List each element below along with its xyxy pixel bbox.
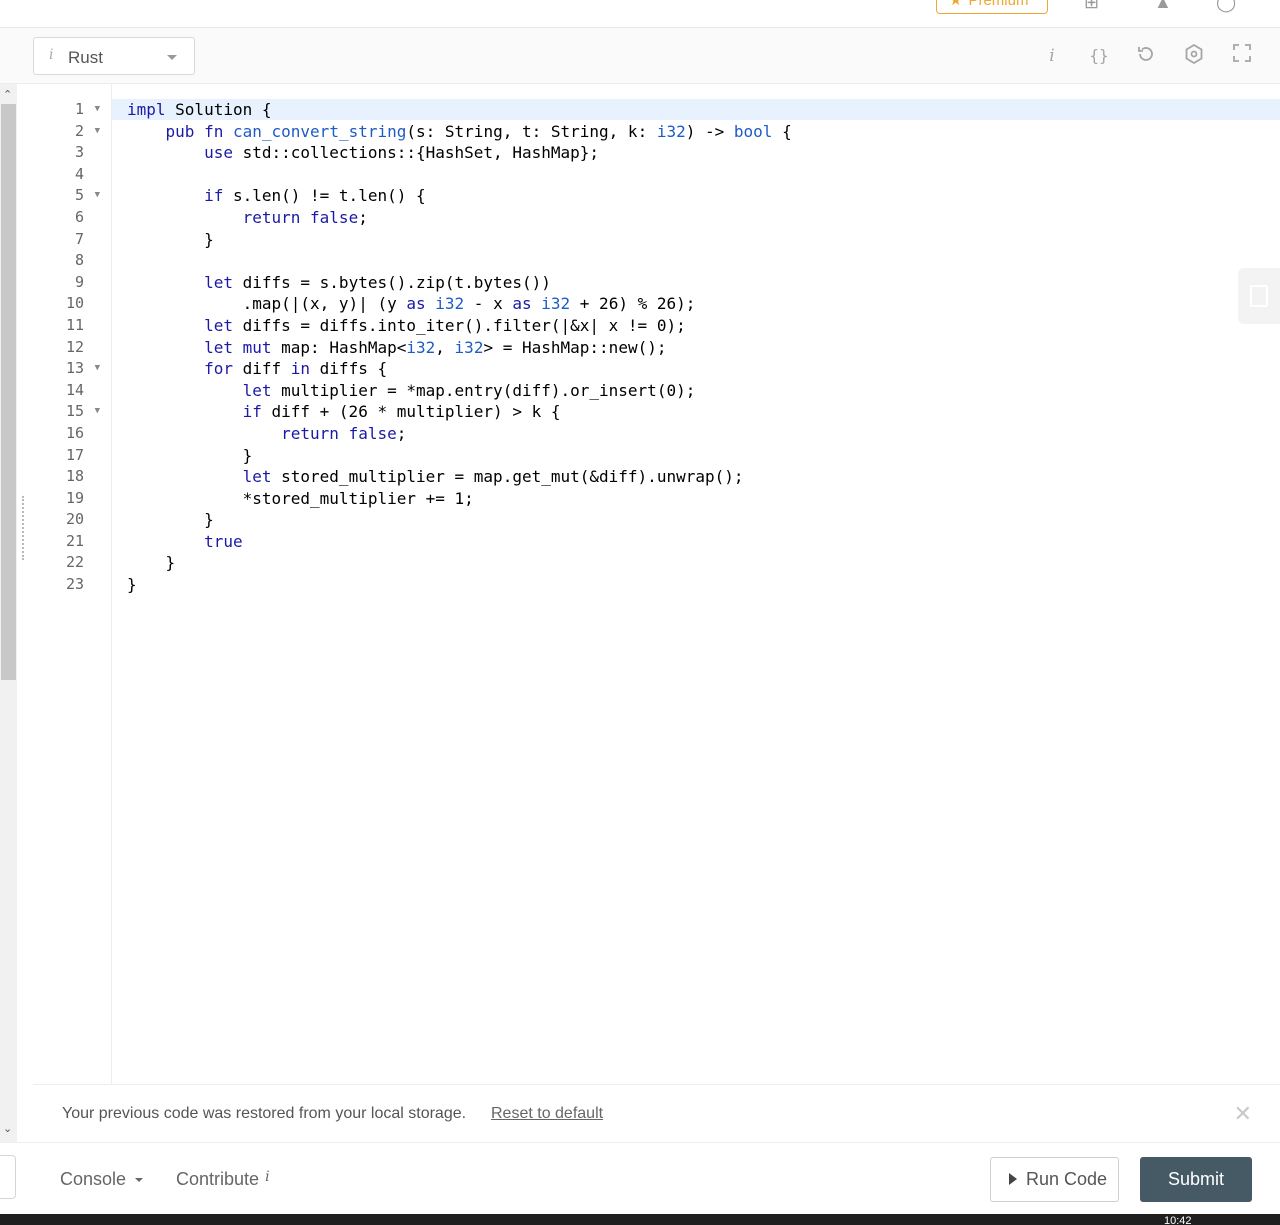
reset-to-default-link[interactable]: Reset to default: [491, 1105, 603, 1123]
line-number: 6: [74, 207, 84, 226]
fold-arrow-icon[interactable]: ▼: [95, 185, 100, 207]
fullscreen-icon[interactable]: [1230, 44, 1254, 68]
bottom-bar: Console Contribute i Run Code Submit: [0, 1142, 1280, 1214]
scroll-down-icon[interactable]: ⌄: [3, 1122, 12, 1135]
braces-icon[interactable]: {}: [1087, 44, 1111, 68]
chevron-down-icon: [135, 1178, 144, 1183]
document-icon: [1250, 285, 1268, 307]
line-number: 22: [65, 553, 84, 572]
taskbar-clock: 10:42: [1164, 1215, 1192, 1225]
contribute-label: Contribute: [176, 1169, 260, 1189]
language-select[interactable]: i Rust: [33, 37, 195, 75]
scroll-up-icon[interactable]: ⌃: [3, 88, 12, 101]
settings-icon[interactable]: [1182, 43, 1206, 68]
premium-button[interactable]: ★ Premium: [936, 0, 1048, 14]
premium-label: Premium: [968, 0, 1029, 9]
line-number: 1 ▼: [33, 99, 112, 121]
submit-button[interactable]: Submit: [1140, 1157, 1252, 1202]
user-avatar-icon[interactable]: ◯: [1216, 0, 1236, 13]
line-number: 9: [74, 272, 84, 291]
left-panel-toggle[interactable]: [0, 1155, 16, 1199]
line-number: 15 ▼: [33, 401, 112, 423]
console-label: Console: [60, 1169, 127, 1189]
reset-icon[interactable]: [1134, 44, 1158, 68]
chevron-down-icon: [167, 55, 177, 60]
contribute-info-icon: i: [265, 1169, 270, 1185]
line-number: 21: [65, 531, 84, 550]
code-content[interactable]: impl Solution { pub fn can_convert_strin…: [127, 99, 1267, 596]
line-number: 4: [74, 164, 84, 183]
scrollbar-thumb[interactable]: [1, 104, 16, 680]
contribute-button[interactable]: Contribute i: [176, 1169, 270, 1190]
vertical-scrollbar[interactable]: ⌃ ⌄: [0, 84, 17, 1142]
code-text[interactable]: impl Solution { pub fn can_convert_strin…: [127, 99, 1267, 596]
run-code-label: Run Code: [1026, 1169, 1108, 1189]
fold-arrow-icon[interactable]: ▼: [95, 121, 100, 143]
line-number: 12: [65, 337, 84, 356]
line-number: 3: [74, 143, 84, 162]
code-editor[interactable]: 1 ▼ 2 ▼ 3 4 5 ▼ 6 7 8 9 10 11 12 13 ▼ 14 15 ▼ 16 17 18 19 20 21 22…: [33, 84, 1280, 1084]
top-navbar: ★ Premium ⊞ ▲ ◯: [0, 0, 1280, 28]
language-info-icon: i: [49, 47, 54, 63]
notice-message: Your previous code was restored from you…: [62, 1105, 467, 1122]
line-number: 10: [65, 294, 84, 313]
line-number: 7: [74, 229, 84, 248]
line-number: 20: [65, 510, 84, 529]
new-playground-icon[interactable]: ⊞: [1084, 0, 1099, 13]
fold-arrow-icon[interactable]: ▼: [95, 99, 100, 121]
line-number: 16: [65, 423, 84, 442]
run-code-button[interactable]: Run Code: [990, 1157, 1119, 1202]
resize-handle[interactable]: [22, 496, 26, 560]
star-icon: ★: [949, 0, 963, 9]
line-number: 8: [74, 251, 84, 270]
line-number: 5 ▼: [33, 185, 112, 207]
play-icon: [1009, 1173, 1017, 1185]
line-number: 14: [65, 380, 84, 399]
info-icon[interactable]: i: [1040, 44, 1064, 68]
restore-notice: Your previous code was restored from you…: [33, 1084, 1280, 1142]
side-panel-tab[interactable]: [1238, 268, 1280, 324]
line-number: 17: [65, 445, 84, 464]
editor-toolbar: i Rust i {}: [0, 28, 1280, 84]
close-icon[interactable]: ✕: [1234, 1101, 1252, 1127]
line-number: 23: [65, 575, 84, 594]
fold-arrow-icon[interactable]: ▼: [95, 401, 100, 423]
console-button[interactable]: Console: [60, 1169, 144, 1190]
line-number: 19: [65, 488, 84, 507]
language-select-value: Rust: [68, 48, 103, 67]
line-number: 18: [65, 467, 84, 486]
bell-icon[interactable]: ▲: [1154, 0, 1172, 13]
fold-arrow-icon[interactable]: ▼: [95, 358, 100, 380]
line-numbers: 1 ▼ 2 ▼ 3 4 5 ▼ 6 7 8 9 10 11 12 13 ▼ 14 15 ▼ 16 17 18 19 20 21 22…: [33, 99, 112, 596]
line-number: 13 ▼: [33, 358, 112, 380]
line-number: 11: [65, 315, 84, 334]
os-taskbar: 10:42: [0, 1214, 1280, 1225]
line-number: 2 ▼: [33, 121, 112, 143]
